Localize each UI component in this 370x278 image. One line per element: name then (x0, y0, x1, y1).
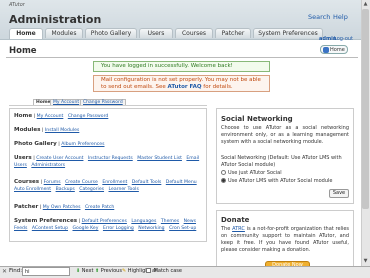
find-next-button[interactable]: ⬇ Next (76, 268, 93, 275)
home-button-label: Home (330, 47, 345, 53)
save-button[interactable]: Save (329, 189, 349, 198)
category-patcher: Patcher | My Own Patches Create Patch (14, 204, 115, 210)
donate-description: The ATRC is a not-for-profit organizatio… (221, 226, 349, 254)
home-icon (323, 47, 329, 53)
warning-message: Mail configuration is not set properly. … (93, 75, 270, 92)
arrow-down-icon: ⬇ (76, 268, 81, 274)
link-default-tools[interactable]: Default Tools (132, 180, 162, 185)
close-icon[interactable]: ✕ (2, 268, 7, 275)
option-label: Use ATutor LMS with ATutor Social module (228, 178, 333, 184)
link-my-own-patches[interactable]: My Own Patches (43, 205, 81, 210)
option-atutor-lms-with-social[interactable]: Use ATutor LMS with ATutor Social module (221, 178, 332, 185)
find-input[interactable]: hi (22, 267, 70, 276)
success-message-text: You have logged in successfully. Welcome… (101, 63, 233, 69)
site-title: Administration (9, 13, 102, 26)
link-instructor-requests[interactable]: Instructor Requests (88, 156, 133, 161)
brand-small-text: ATutor (9, 2, 25, 8)
link-themes[interactable]: Themes (161, 219, 179, 224)
link-album-preferences[interactable]: Album Preferences (61, 142, 104, 147)
radio-button[interactable] (221, 170, 226, 175)
link-languages[interactable]: Languages (131, 219, 156, 224)
link-enrollment[interactable]: Enrollment (102, 180, 127, 185)
tab-patcher[interactable]: Patcher (215, 28, 251, 38)
donate-text-pre: The (221, 226, 231, 232)
category-users: Users | Create User Account Instructor R… (14, 155, 200, 168)
radio-button-selected[interactable] (221, 178, 226, 183)
category-home: Home | My Account Change Password (14, 113, 109, 119)
home-button[interactable]: Home (320, 45, 348, 54)
link-master-student-list[interactable]: Master Student List (137, 156, 182, 161)
donate-title: Donate (221, 216, 250, 224)
category-title: Courses (14, 179, 40, 185)
success-message: You have logged in successfully. Welcome… (93, 61, 270, 72)
subtab-divider (9, 105, 207, 106)
link-networking[interactable]: Networking (138, 226, 164, 231)
link-administrators[interactable]: Administrators (31, 163, 65, 168)
category-title: Home (14, 113, 33, 119)
social-networking-default: Social Networking (Default: Use ATutor L… (221, 155, 342, 168)
category-title: Users (14, 155, 32, 161)
tab-system-preferences[interactable]: System Preferences (253, 28, 323, 38)
link-cron-setup[interactable]: Cron Set-up (169, 226, 196, 231)
tab-courses[interactable]: Courses (175, 28, 213, 38)
link-default-menu[interactable]: Default Menu (166, 180, 197, 185)
category-title: System Preferences (14, 218, 78, 224)
atutor-faq-link[interactable]: ATutor FAQ (168, 84, 202, 90)
link-my-account[interactable]: My Account (37, 114, 64, 119)
find-previous-label: Previous (100, 268, 122, 274)
link-install-modules[interactable]: Install Modules (45, 128, 79, 133)
link-default-preferences[interactable]: Default Preferences (82, 219, 127, 224)
category-title: Patcher (14, 204, 39, 210)
category-modules: Modules | Install Modules (14, 127, 80, 133)
link-categories[interactable]: Categories (79, 187, 104, 192)
link-create-user-account[interactable]: Create User Account (36, 156, 83, 161)
match-case-label: Match case (153, 268, 182, 274)
tab-home[interactable]: Home (9, 28, 43, 39)
social-networking-description: Choose to use ATutor as a social network… (221, 125, 349, 145)
scroll-down-arrow-icon[interactable]: ▼ (362, 258, 369, 264)
find-label: Find: (9, 268, 23, 274)
social-networking-title: Social Networking (221, 115, 293, 123)
category-title: Modules (14, 127, 41, 133)
search-link[interactable]: Search (308, 13, 330, 21)
page-title: Home (9, 46, 37, 56)
link-error-logging[interactable]: Error Logging (103, 226, 134, 231)
scroll-up-arrow-icon[interactable]: ▲ (362, 1, 369, 7)
category-photo-gallery: Photo Gallery | Album Preferences (14, 141, 105, 147)
admin-categories-panel: Home | My Account Change Password Module… (9, 108, 207, 242)
help-link[interactable]: Help (333, 13, 348, 21)
link-change-password[interactable]: Change Password (68, 114, 109, 119)
checkbox[interactable] (146, 268, 151, 273)
atrc-link[interactable]: ATRC (232, 226, 245, 232)
find-previous-button[interactable]: ⬆ Previous (95, 268, 122, 275)
link-acontent-setup[interactable]: AContent Setup (32, 226, 68, 231)
option-label: Use just ATutor Social (228, 170, 282, 176)
category-courses: Courses | Forums Create Course Enrollmen… (14, 179, 197, 192)
tab-users[interactable]: Users (139, 28, 173, 38)
highlight-icon: ✎ (122, 268, 127, 274)
category-title: Photo Gallery (14, 141, 57, 147)
title-divider (6, 57, 358, 58)
link-create-patch[interactable]: Create Patch (85, 205, 114, 210)
logout-link[interactable]: Log-out (334, 36, 353, 42)
link-auto-enrollment[interactable]: Auto Enrollment (14, 187, 51, 192)
arrow-up-icon: ⬆ (95, 268, 100, 274)
scrollbar-thumb[interactable] (362, 9, 369, 209)
link-forums[interactable]: Forums (44, 180, 61, 185)
warning-line-1: Mail configuration is not set properly. … (101, 77, 261, 83)
link-create-course[interactable]: Create Course (65, 180, 98, 185)
match-case-checkbox[interactable]: Match case (146, 268, 182, 275)
find-next-label: Next (81, 268, 94, 274)
warning-tail: for details. (203, 84, 233, 90)
link-google-key[interactable]: Google Key (72, 226, 98, 231)
tab-modules[interactable]: Modules (45, 28, 83, 38)
warning-line-2: to send out emails. See (101, 84, 166, 90)
tab-photo-gallery[interactable]: Photo Gallery (85, 28, 137, 38)
category-system-preferences: System Preferences | Default Preferences… (14, 218, 197, 231)
link-backups[interactable]: Backups (56, 187, 75, 192)
option-atutor-social-only[interactable]: Use just ATutor Social (221, 170, 282, 177)
link-learner-tools[interactable]: Learner Tools (109, 187, 139, 192)
